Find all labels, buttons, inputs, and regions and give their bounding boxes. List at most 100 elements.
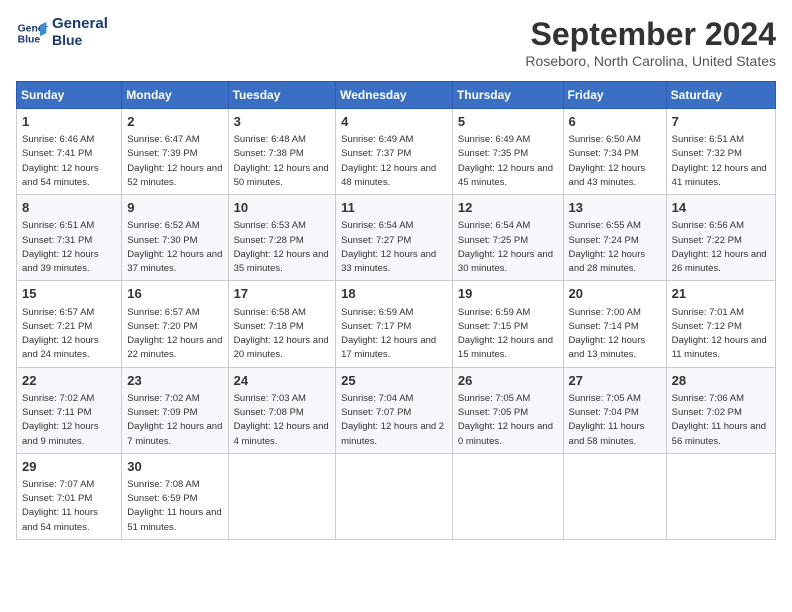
day-number: 7	[672, 113, 770, 131]
day-number: 8	[22, 199, 116, 217]
calendar-cell: 10 Sunrise: 6:53 AMSunset: 7:28 PMDayligh…	[228, 195, 336, 281]
day-number: 22	[22, 372, 116, 390]
logo-text: GeneralBlue	[52, 16, 108, 49]
calendar-cell: 15 Sunrise: 6:57 AMSunset: 7:21 PMDayligh…	[17, 281, 122, 367]
day-number: 16	[127, 285, 222, 303]
day-info: Sunrise: 7:02 AMSunset: 7:09 PMDaylight:…	[127, 392, 222, 449]
calendar-cell: 14Sunrise: 6:56 AMSunset: 7:22 PMDayligh…	[666, 195, 775, 281]
calendar-cell: 27 Sunrise: 7:05 AMSunset: 7:04 PMDayligh…	[563, 367, 666, 453]
day-info: Sunrise: 6:59 AMSunset: 7:15 PMDaylight:…	[458, 306, 558, 363]
day-number: 5	[458, 113, 558, 131]
day-info: Sunrise: 7:05 AMSunset: 7:05 PMDaylight:…	[458, 392, 558, 449]
day-info: Sunrise: 6:55 AMSunset: 7:24 PMDaylight:…	[569, 219, 661, 276]
calendar-cell: 17Sunrise: 6:58 AMSunset: 7:18 PMDayligh…	[228, 281, 336, 367]
day-number: 28	[672, 372, 770, 390]
title-block: September 2024 Roseboro, North Carolina,…	[525, 16, 776, 69]
day-number: 4	[341, 113, 447, 131]
calendar-table: SundayMondayTuesdayWednesdayThursdayFrid…	[16, 81, 776, 540]
day-number: 1	[22, 113, 116, 131]
day-info: Sunrise: 6:54 AMSunset: 7:27 PMDaylight:…	[341, 219, 447, 276]
day-info: Sunrise: 6:49 AMSunset: 7:37 PMDaylight:…	[341, 133, 447, 190]
calendar-cell	[228, 453, 336, 539]
day-number: 6	[569, 113, 661, 131]
calendar-cell: 11 Sunrise: 6:54 AMSunset: 7:27 PMDayligh…	[336, 195, 453, 281]
calendar-cell	[452, 453, 563, 539]
day-info: Sunrise: 6:57 AMSunset: 7:20 PMDaylight:…	[127, 306, 222, 363]
calendar-cell	[563, 453, 666, 539]
day-info: Sunrise: 7:04 AMSunset: 7:07 PMDaylight:…	[341, 392, 447, 449]
calendar-week-row: 29 Sunrise: 7:07 AMSunset: 7:01 PMDayligh…	[17, 453, 776, 539]
day-number: 24	[234, 372, 331, 390]
day-info: Sunrise: 7:06 AMSunset: 7:02 PMDaylight:…	[672, 392, 770, 449]
day-info: Sunrise: 7:01 AMSunset: 7:12 PMDaylight:…	[672, 306, 770, 363]
day-info: Sunrise: 7:07 AMSunset: 7:01 PMDaylight:…	[22, 478, 116, 535]
day-number: 26	[458, 372, 558, 390]
day-info: Sunrise: 6:51 AMSunset: 7:31 PMDaylight:…	[22, 219, 116, 276]
col-header-monday: Monday	[122, 82, 228, 109]
day-number: 29	[22, 458, 116, 476]
day-info: Sunrise: 6:54 AMSunset: 7:25 PMDaylight:…	[458, 219, 558, 276]
month-title: September 2024	[525, 16, 776, 53]
day-info: Sunrise: 6:47 AMSunset: 7:39 PMDaylight:…	[127, 133, 222, 190]
calendar-cell: 4 Sunrise: 6:49 AMSunset: 7:37 PMDaylight…	[336, 109, 453, 195]
day-number: 13	[569, 199, 661, 217]
calendar-header-row: SundayMondayTuesdayWednesdayThursdayFrid…	[17, 82, 776, 109]
day-number: 15	[22, 285, 116, 303]
day-info: Sunrise: 6:46 AMSunset: 7:41 PMDaylight:…	[22, 133, 116, 190]
calendar-cell: 12Sunrise: 6:54 AMSunset: 7:25 PMDayligh…	[452, 195, 563, 281]
calendar-cell: 24 Sunrise: 7:03 AMSunset: 7:08 PMDayligh…	[228, 367, 336, 453]
day-info: Sunrise: 7:08 AMSunset: 6:59 PMDaylight:…	[127, 478, 222, 535]
day-info: Sunrise: 6:48 AMSunset: 7:38 PMDaylight:…	[234, 133, 331, 190]
col-header-wednesday: Wednesday	[336, 82, 453, 109]
calendar-cell: 3Sunrise: 6:48 AMSunset: 7:38 PMDaylight…	[228, 109, 336, 195]
calendar-week-row: 15 Sunrise: 6:57 AMSunset: 7:21 PMDayligh…	[17, 281, 776, 367]
calendar-cell: 29 Sunrise: 7:07 AMSunset: 7:01 PMDayligh…	[17, 453, 122, 539]
day-number: 14	[672, 199, 770, 217]
calendar-cell: 18 Sunrise: 6:59 AMSunset: 7:17 PMDayligh…	[336, 281, 453, 367]
day-info: Sunrise: 6:57 AMSunset: 7:21 PMDaylight:…	[22, 306, 116, 363]
day-number: 27	[569, 372, 661, 390]
day-number: 30	[127, 458, 222, 476]
day-number: 10	[234, 199, 331, 217]
day-number: 18	[341, 285, 447, 303]
calendar-cell: 25 Sunrise: 7:04 AMSunset: 7:07 PMDayligh…	[336, 367, 453, 453]
day-info: Sunrise: 6:51 AMSunset: 7:32 PMDaylight:…	[672, 133, 770, 190]
day-info: Sunrise: 6:59 AMSunset: 7:17 PMDaylight:…	[341, 306, 447, 363]
day-number: 19	[458, 285, 558, 303]
calendar-week-row: 1 Sunrise: 6:46 AMSunset: 7:41 PMDaylight…	[17, 109, 776, 195]
day-number: 21	[672, 285, 770, 303]
day-info: Sunrise: 6:53 AMSunset: 7:28 PMDaylight:…	[234, 219, 331, 276]
calendar-cell	[666, 453, 775, 539]
calendar-cell: 1 Sunrise: 6:46 AMSunset: 7:41 PMDaylight…	[17, 109, 122, 195]
calendar-cell: 23 Sunrise: 7:02 AMSunset: 7:09 PMDayligh…	[122, 367, 228, 453]
logo: General Blue GeneralBlue	[16, 16, 108, 49]
calendar-cell: 20Sunrise: 7:00 AMSunset: 7:14 PMDayligh…	[563, 281, 666, 367]
col-header-thursday: Thursday	[452, 82, 563, 109]
calendar-cell: 28 Sunrise: 7:06 AMSunset: 7:02 PMDayligh…	[666, 367, 775, 453]
day-info: Sunrise: 6:52 AMSunset: 7:30 PMDaylight:…	[127, 219, 222, 276]
col-header-tuesday: Tuesday	[228, 82, 336, 109]
calendar-cell: 21 Sunrise: 7:01 AMSunset: 7:12 PMDayligh…	[666, 281, 775, 367]
logo-icon: General Blue	[16, 17, 48, 49]
day-number: 9	[127, 199, 222, 217]
day-number: 20	[569, 285, 661, 303]
calendar-cell	[336, 453, 453, 539]
day-info: Sunrise: 7:02 AMSunset: 7:11 PMDaylight:…	[22, 392, 116, 449]
day-info: Sunrise: 6:49 AMSunset: 7:35 PMDaylight:…	[458, 133, 558, 190]
day-number: 25	[341, 372, 447, 390]
calendar-week-row: 8 Sunrise: 6:51 AMSunset: 7:31 PMDaylight…	[17, 195, 776, 281]
day-number: 2	[127, 113, 222, 131]
calendar-cell: 26 Sunrise: 7:05 AMSunset: 7:05 PMDayligh…	[452, 367, 563, 453]
calendar-cell: 2 Sunrise: 6:47 AMSunset: 7:39 PMDaylight…	[122, 109, 228, 195]
svg-text:Blue: Blue	[18, 34, 41, 45]
calendar-cell: 7 Sunrise: 6:51 AMSunset: 7:32 PMDaylight…	[666, 109, 775, 195]
calendar-cell: 5 Sunrise: 6:49 AMSunset: 7:35 PMDaylight…	[452, 109, 563, 195]
day-info: Sunrise: 7:03 AMSunset: 7:08 PMDaylight:…	[234, 392, 331, 449]
calendar-cell: 6Sunrise: 6:50 AMSunset: 7:34 PMDaylight…	[563, 109, 666, 195]
calendar-cell: 9 Sunrise: 6:52 AMSunset: 7:30 PMDaylight…	[122, 195, 228, 281]
day-info: Sunrise: 7:05 AMSunset: 7:04 PMDaylight:…	[569, 392, 661, 449]
day-number: 11	[341, 199, 447, 217]
day-number: 17	[234, 285, 331, 303]
day-number: 23	[127, 372, 222, 390]
calendar-cell: 19 Sunrise: 6:59 AMSunset: 7:15 PMDayligh…	[452, 281, 563, 367]
